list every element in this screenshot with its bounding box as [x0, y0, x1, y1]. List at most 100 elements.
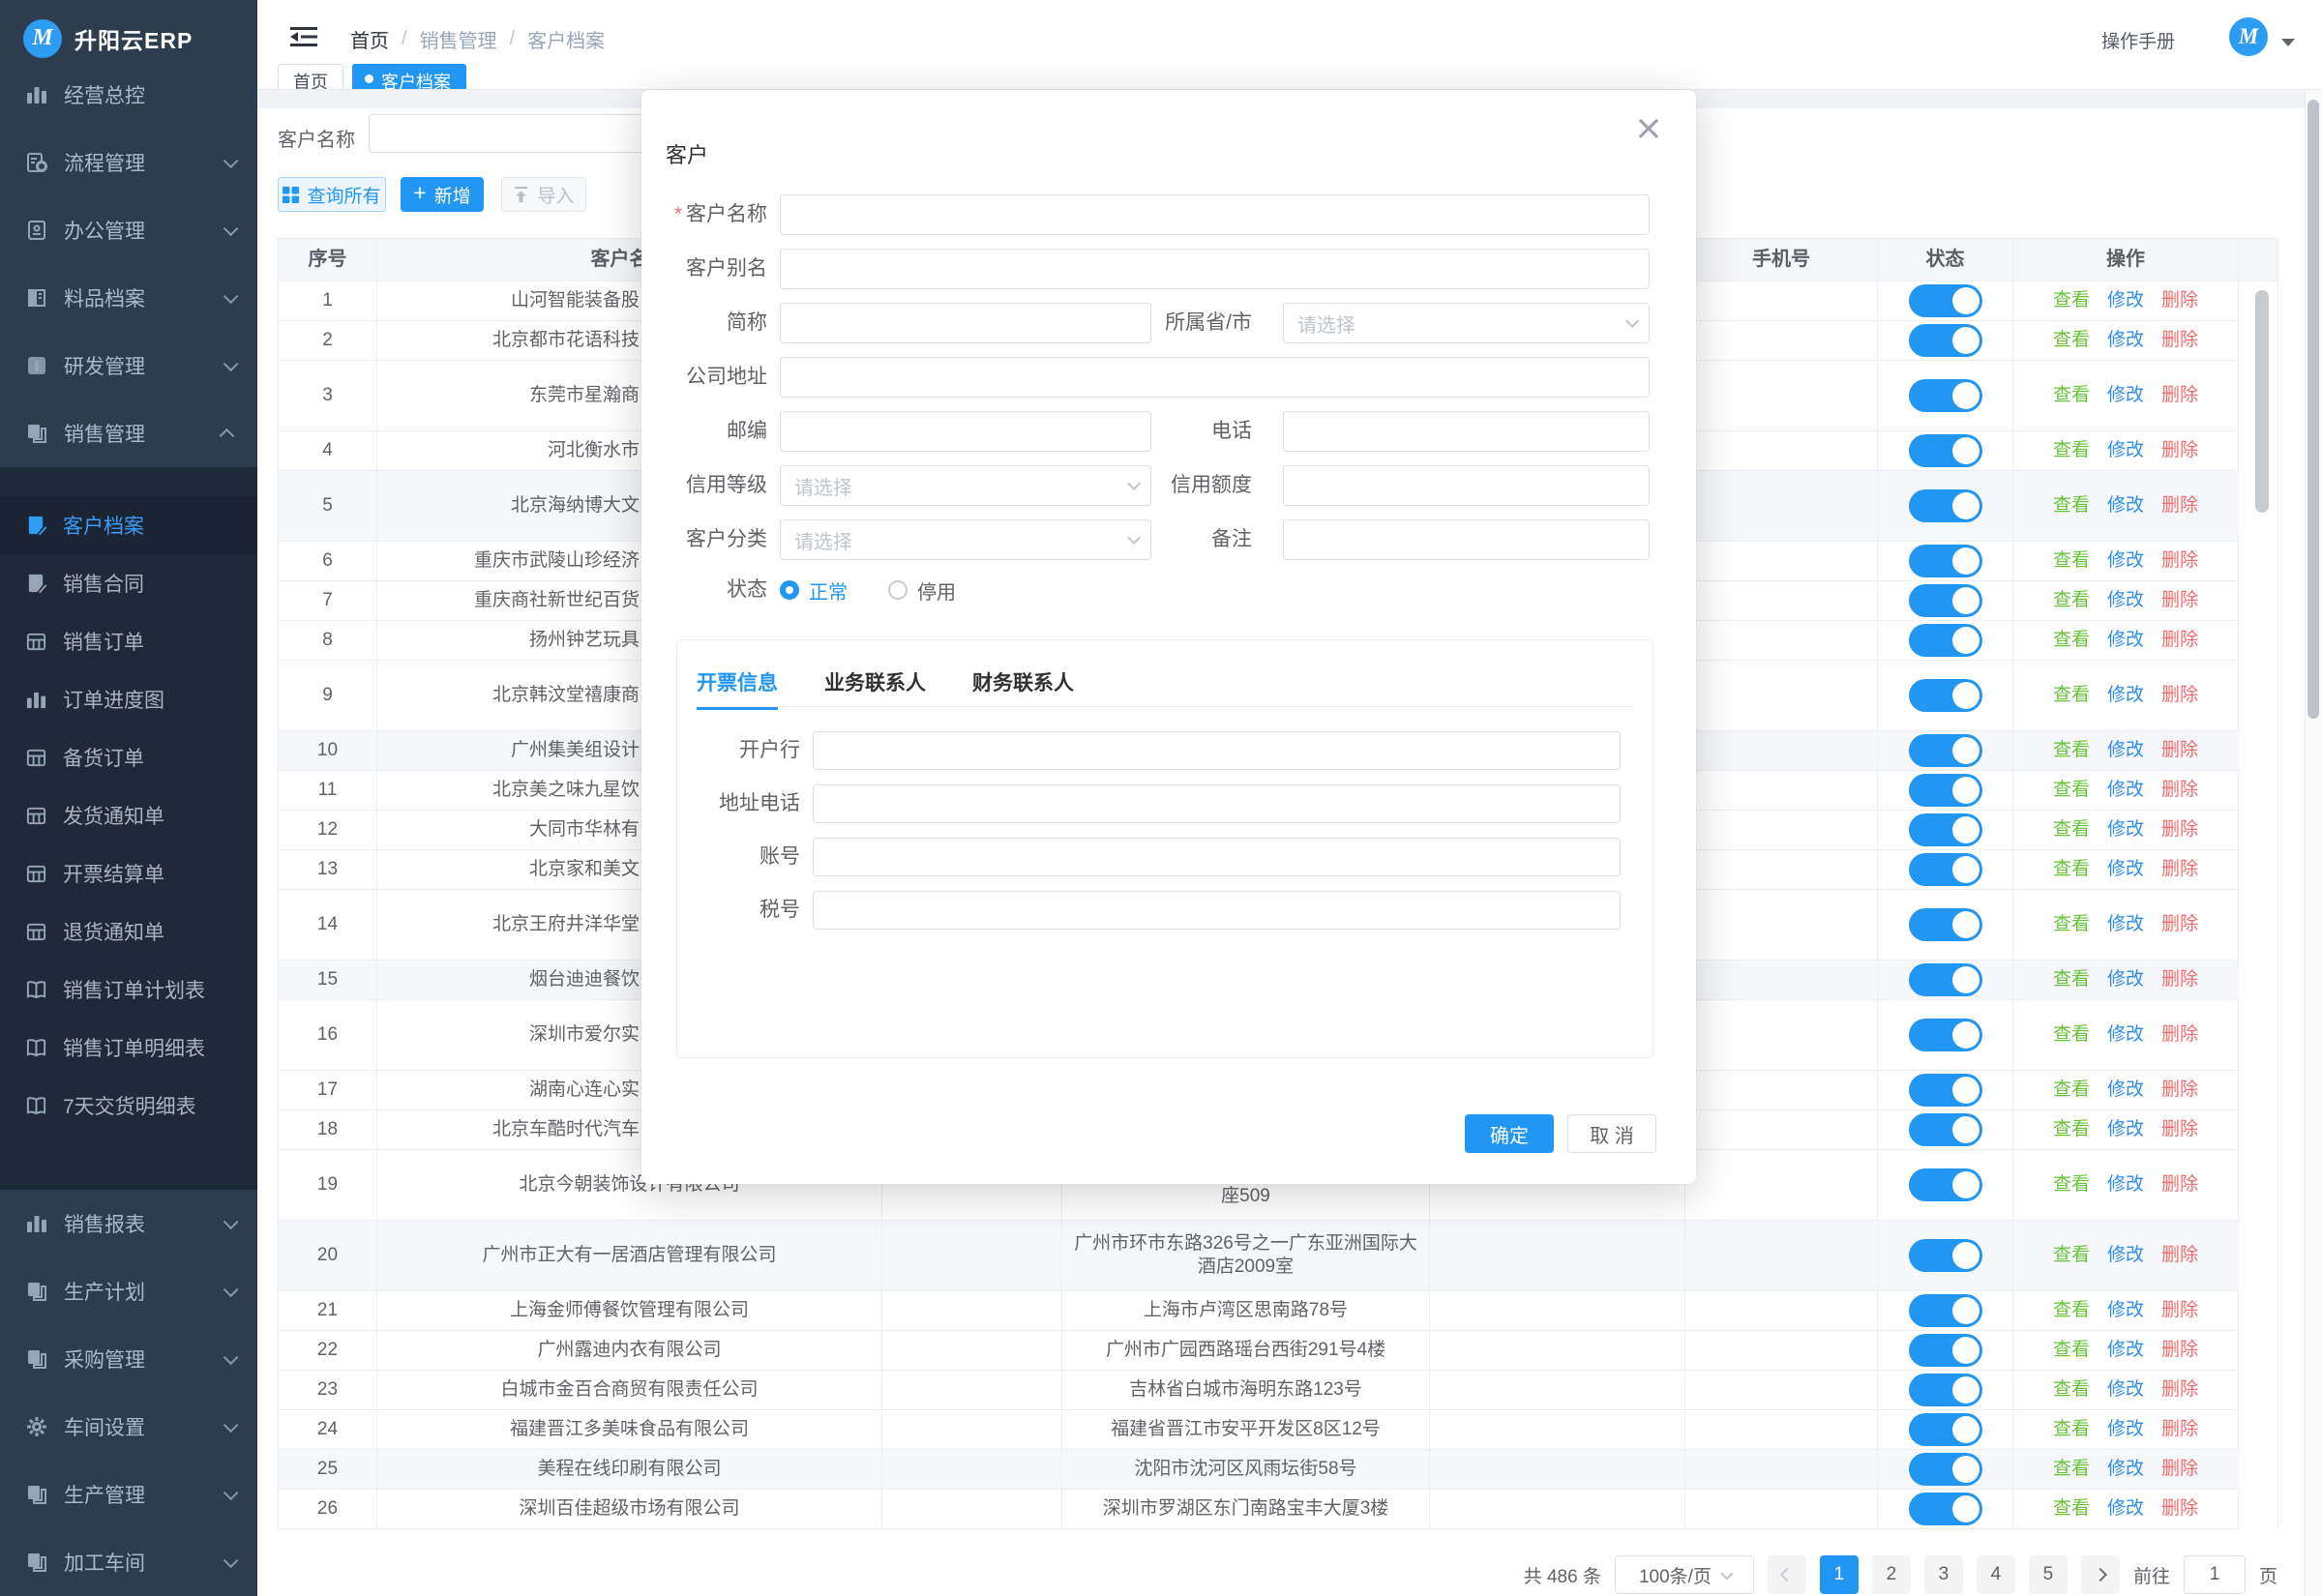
- delete-link[interactable]: 删除: [2161, 329, 2198, 352]
- query-all-button[interactable]: 查询所有: [278, 177, 386, 212]
- credit-limit-input[interactable]: [1283, 465, 1650, 506]
- view-link[interactable]: 查看: [2053, 818, 2090, 842]
- view-link[interactable]: 查看: [2053, 1023, 2090, 1047]
- status-toggle[interactable]: [1909, 1413, 1982, 1446]
- view-link[interactable]: 查看: [2053, 589, 2090, 612]
- delete-link[interactable]: 删除: [2161, 1079, 2198, 1102]
- status-toggle[interactable]: [1909, 813, 1982, 846]
- delete-link[interactable]: 删除: [2161, 494, 2198, 517]
- edit-link[interactable]: 修改: [2107, 289, 2144, 312]
- delete-link[interactable]: 删除: [2161, 913, 2198, 936]
- company-address-input[interactable]: [780, 357, 1650, 398]
- status-toggle[interactable]: [1909, 584, 1982, 617]
- page-scrollbar-thumb[interactable]: [2307, 100, 2319, 719]
- sidebar-item-开票结算单[interactable]: 开票结算单: [0, 844, 257, 902]
- remark-input[interactable]: [1283, 519, 1650, 560]
- delete-link[interactable]: 删除: [2161, 1023, 2198, 1047]
- view-link[interactable]: 查看: [2053, 1378, 2090, 1402]
- sidebar-item-车间设置[interactable]: 车间设置: [0, 1393, 257, 1461]
- view-link[interactable]: 查看: [2053, 439, 2090, 462]
- edit-link[interactable]: 修改: [2107, 329, 2144, 352]
- sidebar-item-备货订单[interactable]: 备货订单: [0, 728, 257, 786]
- status-toggle[interactable]: [1909, 1453, 1982, 1486]
- view-link[interactable]: 查看: [2053, 329, 2090, 352]
- status-toggle[interactable]: [1909, 1168, 1982, 1201]
- edit-link[interactable]: 修改: [2107, 589, 2144, 612]
- sidebar-item-料品档案[interactable]: 料品档案: [0, 264, 257, 332]
- goto-page-input[interactable]: [2184, 1555, 2246, 1594]
- view-link[interactable]: 查看: [2053, 494, 2090, 517]
- province-select[interactable]: 请选择: [1283, 303, 1650, 343]
- phone-input[interactable]: [1283, 411, 1650, 452]
- sidebar-item-销售订单明细表[interactable]: 销售订单明细表: [0, 1019, 257, 1077]
- tab-invoice-info[interactable]: 开票信息: [697, 667, 778, 710]
- customer-name-input[interactable]: [780, 194, 1650, 235]
- page-scrollbar-track[interactable]: [2305, 90, 2322, 1596]
- status-disabled-option[interactable]: 停用: [888, 576, 956, 605]
- delete-link[interactable]: 删除: [2161, 739, 2198, 762]
- sidebar-item-销售管理[interactable]: 销售管理: [0, 399, 257, 467]
- status-toggle[interactable]: [1909, 908, 1982, 941]
- sidebar-collapse-icon[interactable]: [290, 25, 317, 48]
- sidebar-item-发货通知单[interactable]: 发货通知单: [0, 786, 257, 844]
- delete-link[interactable]: 删除: [2161, 549, 2198, 573]
- tab-customer-archive[interactable]: 客户档案: [352, 64, 466, 90]
- edit-link[interactable]: 修改: [2107, 1173, 2144, 1197]
- delete-link[interactable]: 删除: [2161, 779, 2198, 802]
- status-toggle[interactable]: [1909, 1294, 1982, 1327]
- user-avatar[interactable]: M: [2229, 17, 2268, 56]
- view-link[interactable]: 查看: [2053, 1244, 2090, 1267]
- status-toggle[interactable]: [1909, 545, 1982, 577]
- delete-link[interactable]: 删除: [2161, 818, 2198, 842]
- edit-link[interactable]: 修改: [2107, 1339, 2144, 1362]
- close-icon[interactable]: ×: [1634, 111, 1663, 146]
- status-toggle[interactable]: [1909, 774, 1982, 807]
- delete-link[interactable]: 删除: [2161, 1173, 2198, 1197]
- tax-no-input[interactable]: [813, 891, 1621, 930]
- view-link[interactable]: 查看: [2053, 1458, 2090, 1481]
- edit-link[interactable]: 修改: [2107, 739, 2144, 762]
- delete-link[interactable]: 删除: [2161, 968, 2198, 991]
- status-toggle[interactable]: [1909, 1019, 1982, 1051]
- delete-link[interactable]: 删除: [2161, 589, 2198, 612]
- edit-link[interactable]: 修改: [2107, 629, 2144, 652]
- view-link[interactable]: 查看: [2053, 1339, 2090, 1362]
- confirm-button[interactable]: 确定: [1465, 1114, 1554, 1153]
- account-input[interactable]: [813, 838, 1621, 876]
- view-link[interactable]: 查看: [2053, 629, 2090, 652]
- status-toggle[interactable]: [1909, 624, 1982, 657]
- edit-link[interactable]: 修改: [2107, 913, 2144, 936]
- edit-link[interactable]: 修改: [2107, 1458, 2144, 1481]
- edit-link[interactable]: 修改: [2107, 1244, 2144, 1267]
- page-button-2[interactable]: 2: [1872, 1555, 1911, 1594]
- view-link[interactable]: 查看: [2053, 968, 2090, 991]
- view-link[interactable]: 查看: [2053, 549, 2090, 573]
- view-link[interactable]: 查看: [2053, 1497, 2090, 1521]
- status-toggle[interactable]: [1909, 284, 1982, 317]
- credit-level-select[interactable]: 请选择: [780, 465, 1151, 506]
- status-toggle[interactable]: [1909, 324, 1982, 357]
- delete-link[interactable]: 删除: [2161, 289, 2198, 312]
- next-page-button[interactable]: [2081, 1555, 2120, 1594]
- delete-link[interactable]: 删除: [2161, 629, 2198, 652]
- view-link[interactable]: 查看: [2053, 1173, 2090, 1197]
- status-toggle[interactable]: [1909, 853, 1982, 886]
- delete-link[interactable]: 删除: [2161, 1118, 2198, 1141]
- view-link[interactable]: 查看: [2053, 779, 2090, 802]
- edit-link[interactable]: 修改: [2107, 684, 2144, 707]
- status-toggle[interactable]: [1909, 963, 1982, 996]
- edit-link[interactable]: 修改: [2107, 439, 2144, 462]
- tab-home[interactable]: 首页: [278, 64, 343, 90]
- delete-link[interactable]: 删除: [2161, 1299, 2198, 1322]
- delete-link[interactable]: 删除: [2161, 1244, 2198, 1267]
- edit-link[interactable]: 修改: [2107, 858, 2144, 881]
- edit-link[interactable]: 修改: [2107, 1378, 2144, 1402]
- delete-link[interactable]: 删除: [2161, 1339, 2198, 1362]
- manual-link[interactable]: 操作手册: [2101, 27, 2175, 53]
- status-toggle[interactable]: [1909, 1374, 1982, 1406]
- sidebar-item-流程管理[interactable]: 流程管理: [0, 129, 257, 196]
- sidebar-item-销售合同[interactable]: 销售合同: [0, 554, 257, 612]
- addr-phone-input[interactable]: [813, 784, 1621, 823]
- page-button-5[interactable]: 5: [2029, 1555, 2068, 1594]
- short-name-input[interactable]: [780, 303, 1151, 343]
